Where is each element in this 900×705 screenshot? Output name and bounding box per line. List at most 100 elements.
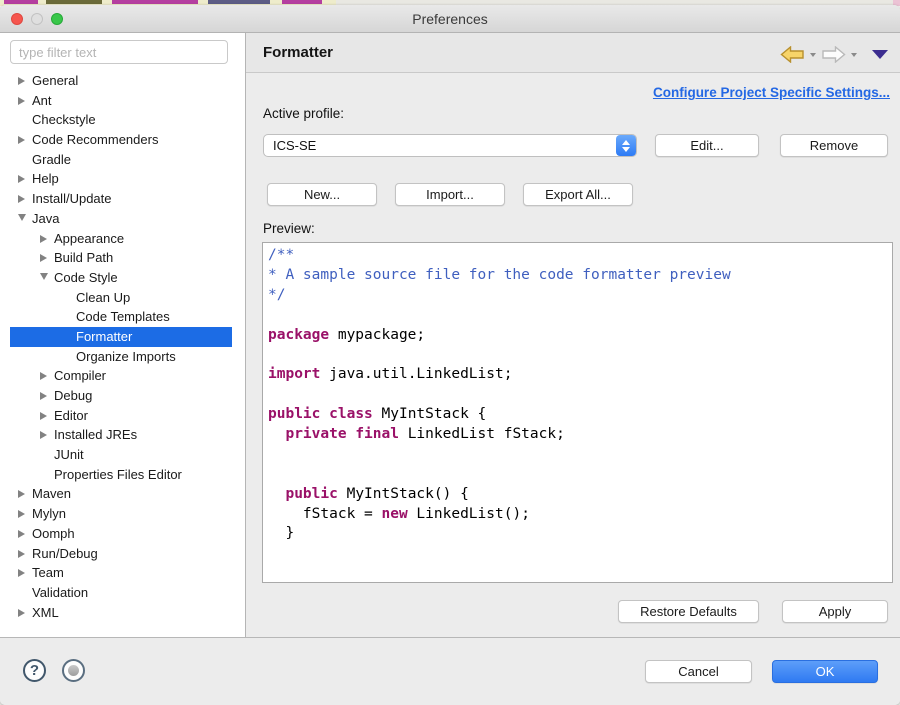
tree-item-appearance[interactable]: Appearance — [10, 229, 232, 249]
tree-item-run-debug[interactable]: Run/Debug — [10, 544, 232, 564]
remove-button[interactable]: Remove — [780, 134, 888, 157]
tree-item-label: Validation — [32, 583, 88, 603]
tree-collapsed-icon[interactable] — [18, 544, 28, 564]
tree-expanded-icon[interactable] — [40, 268, 50, 288]
preview-code: /*** A sample source file for the code f… — [263, 243, 892, 544]
tree-item-editor[interactable]: Editor — [10, 406, 232, 426]
configure-project-link[interactable]: Configure Project Specific Settings... — [653, 85, 890, 100]
new-button[interactable]: New... — [267, 183, 377, 206]
tree-item-label: Java — [32, 209, 59, 229]
tree-item-label: Maven — [32, 484, 71, 504]
tree-item-label: Debug — [54, 386, 92, 406]
code-line: private final LinkedList fStack; — [268, 425, 892, 445]
preview-code-area[interactable]: /*** A sample source file for the code f… — [262, 242, 893, 583]
tree-item-code-templates[interactable]: Code Templates — [10, 307, 232, 327]
code-line: /** — [268, 246, 892, 266]
tree-item-label: Code Recommenders — [32, 130, 158, 150]
tree-item-java[interactable]: Java — [10, 209, 232, 229]
code-line: */ — [268, 286, 892, 306]
tree-item-team[interactable]: Team — [10, 563, 232, 583]
tree-item-install-update[interactable]: Install/Update — [10, 189, 232, 209]
settings-panel: Formatter Configure Project Specific Set… — [246, 33, 900, 637]
tree-item-code-style[interactable]: Code Style — [10, 268, 232, 288]
tree-item-ant[interactable]: Ant — [10, 91, 232, 111]
tree-item-label: Organize Imports — [76, 347, 176, 367]
filter-input[interactable] — [10, 40, 228, 64]
ok-button[interactable]: OK — [772, 660, 878, 683]
tree-item-validation[interactable]: Validation — [10, 583, 232, 603]
tree-collapsed-icon[interactable] — [18, 524, 28, 544]
active-profile-label: Active profile: — [263, 106, 344, 121]
tree-collapsed-icon[interactable] — [18, 130, 28, 150]
active-profile-select[interactable]: ICS-SE — [263, 134, 637, 157]
tree-collapsed-icon[interactable] — [40, 248, 50, 268]
tree-item-label: Properties Files Editor — [54, 465, 182, 485]
tree-collapsed-icon[interactable] — [18, 169, 28, 189]
window-titlebar[interactable]: Preferences — [0, 5, 900, 33]
tree-item-label: General — [32, 71, 78, 91]
tree-expanded-icon[interactable] — [18, 209, 28, 229]
code-line — [268, 465, 892, 485]
edit-button[interactable]: Edit... — [655, 134, 759, 157]
tree-item-oomph[interactable]: Oomph — [10, 524, 232, 544]
sidebar: GeneralAntCheckstyleCode RecommendersGra… — [0, 33, 246, 637]
apply-button[interactable]: Apply — [782, 600, 888, 623]
back-history-dropdown-icon[interactable] — [810, 53, 816, 57]
tree-item-organize-imports[interactable]: Organize Imports — [10, 347, 232, 367]
tree-item-build-path[interactable]: Build Path — [10, 248, 232, 268]
cancel-button[interactable]: Cancel — [645, 660, 752, 683]
tree-item-junit[interactable]: JUnit — [10, 445, 232, 465]
tree-collapsed-icon[interactable] — [18, 563, 28, 583]
formatter-settings: Configure Project Specific Settings... A… — [246, 73, 900, 637]
tree-item-debug[interactable]: Debug — [10, 386, 232, 406]
export-all-button[interactable]: Export All... — [523, 183, 633, 206]
tree-collapsed-icon[interactable] — [40, 229, 50, 249]
tree-item-formatter[interactable]: Formatter — [10, 327, 232, 347]
help-icon[interactable]: ? — [23, 659, 46, 682]
tree-item-label: Build Path — [54, 248, 113, 268]
tree-item-code-recommenders[interactable]: Code Recommenders — [10, 130, 232, 150]
code-line: package mypackage; — [268, 326, 892, 346]
oomph-record-icon[interactable] — [62, 659, 85, 682]
tree-item-label: Run/Debug — [32, 544, 98, 564]
tree-collapsed-icon[interactable] — [40, 386, 50, 406]
view-menu-icon[interactable] — [872, 50, 888, 59]
preview-label: Preview: — [263, 221, 315, 236]
background-text-fragment — [4, 0, 38, 4]
tree-collapsed-icon[interactable] — [40, 425, 50, 445]
import-button[interactable]: Import... — [395, 183, 505, 206]
tree-collapsed-icon[interactable] — [18, 603, 28, 623]
tree-collapsed-icon[interactable] — [40, 406, 50, 426]
tree-item-label: Gradle — [32, 150, 71, 170]
tree-collapsed-icon[interactable] — [18, 504, 28, 524]
tree-item-installed-jres[interactable]: Installed JREs — [10, 425, 232, 445]
forward-history-dropdown-icon[interactable] — [851, 53, 857, 57]
tree-item-label: Mylyn — [32, 504, 66, 524]
restore-defaults-button[interactable]: Restore Defaults — [618, 600, 759, 623]
history-navigation — [780, 46, 888, 63]
tree-collapsed-icon[interactable] — [18, 484, 28, 504]
tree-collapsed-icon[interactable] — [18, 91, 28, 111]
tree-item-label: Formatter — [76, 327, 132, 347]
tree-item-compiler[interactable]: Compiler — [10, 366, 232, 386]
tree-item-checkstyle[interactable]: Checkstyle — [10, 110, 232, 130]
tree-item-gradle[interactable]: Gradle — [10, 150, 232, 170]
code-line: fStack = new LinkedList(); — [268, 505, 892, 525]
dialog-footer: ? Cancel OK — [0, 637, 900, 705]
tree-item-xml[interactable]: XML — [10, 603, 232, 623]
background-text-fragment — [282, 0, 322, 4]
tree-collapsed-icon[interactable] — [18, 189, 28, 209]
tree-collapsed-icon[interactable] — [18, 71, 28, 91]
tree-collapsed-icon[interactable] — [40, 366, 50, 386]
tree-item-label: Checkstyle — [32, 110, 96, 130]
background-text-fragment — [46, 0, 102, 4]
tree-item-properties-files-editor[interactable]: Properties Files Editor — [10, 465, 232, 485]
tree-item-help[interactable]: Help — [10, 169, 232, 189]
tree-item-clean-up[interactable]: Clean Up — [10, 288, 232, 308]
forward-arrow-icon[interactable] — [821, 46, 846, 63]
tree-item-general[interactable]: General — [10, 71, 232, 91]
tree-item-maven[interactable]: Maven — [10, 484, 232, 504]
code-line — [268, 445, 892, 465]
back-arrow-icon[interactable] — [780, 46, 805, 63]
tree-item-mylyn[interactable]: Mylyn — [10, 504, 232, 524]
